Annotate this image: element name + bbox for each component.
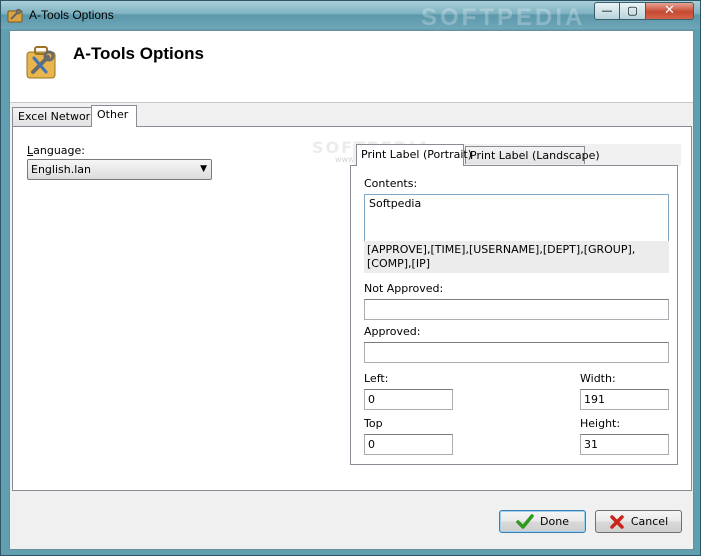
tab-excel-network[interactable]: Excel Network [12,107,97,126]
top-label: Top [364,417,383,430]
height-field[interactable]: 31 [580,434,669,455]
other-tab-panel: Language: English.lan ▼ SOFTPEDIA www.so… [12,126,692,491]
tab-other[interactable]: Other [91,105,137,127]
not-approved-label: Not Approved: [364,282,444,295]
approved-field[interactable] [364,342,669,363]
width-field[interactable]: 191 [580,389,669,410]
dialog-header: A-Tools Options [10,31,693,103]
contents-textarea[interactable]: Softpedia [364,194,669,242]
variables-hint: [APPROVE],[TIME],[USERNAME],[DEPT],[GROU… [364,241,669,273]
done-button[interactable]: Done [499,510,586,533]
height-label: Height: [580,417,621,430]
tools-icon [26,46,56,79]
done-label: Done [540,515,569,528]
left-field[interactable]: 0 [364,389,453,410]
language-select[interactable]: English.lan ▼ [27,159,212,180]
cancel-x-icon [610,515,624,529]
options-window: A-Tools Options SOFTPEDIA — ▢ ✕ A-Tools … [0,0,701,556]
window-title: A-Tools Options [29,8,114,22]
language-label: Language: [27,144,86,157]
width-label: Width: [580,372,616,385]
dialog-body: A-Tools Options Excel Network Other Lang… [9,30,694,550]
cancel-button[interactable]: Cancel [595,510,682,533]
checkmark-icon [516,514,534,529]
not-approved-field[interactable] [364,299,669,320]
top-field[interactable]: 0 [364,434,453,455]
title-bar[interactable]: A-Tools Options SOFTPEDIA — ▢ ✕ [1,1,700,31]
maximize-button[interactable]: ▢ [619,2,646,20]
language-value: English.lan [31,163,91,176]
dropdown-arrow-icon: ▼ [200,164,207,174]
tab-print-label-landscape[interactable]: Print Label (Landscape) [465,146,600,164]
portrait-panel: Contents: Softpedia [APPROVE],[TIME],[US… [350,165,678,465]
cancel-label: Cancel [630,515,669,528]
contents-label: Contents: [364,177,418,190]
tools-icon [7,8,23,23]
watermark: SOFTPEDIA [421,4,586,31]
close-button[interactable]: ✕ [645,2,694,20]
contents-value: Softpedia [369,197,422,210]
page-title: A-Tools Options [73,44,204,63]
minimize-button[interactable]: — [594,2,620,20]
approved-label: Approved: [364,325,421,338]
print-label-tabs: Print Label (Portrait) Print Label (Land… [353,144,681,166]
left-label: Left: [364,372,389,385]
tab-print-label-portrait[interactable]: Print Label (Portrait) [356,144,472,166]
